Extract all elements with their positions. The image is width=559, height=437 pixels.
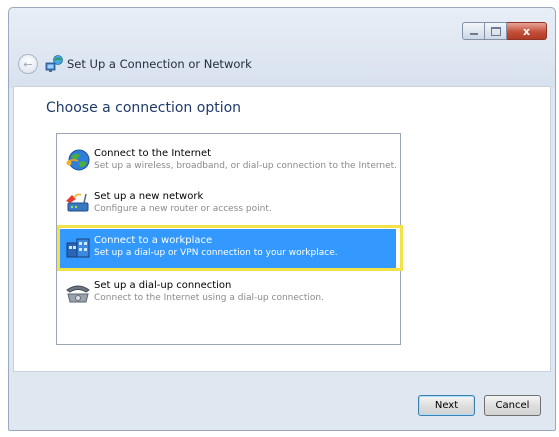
network-router-icon bbox=[66, 193, 89, 212]
workplace-icon bbox=[66, 238, 90, 258]
minimize-icon bbox=[469, 33, 478, 35]
option-description: Set up a wireless, broadband, or dial-up… bbox=[94, 161, 398, 171]
back-button[interactable]: ← bbox=[18, 54, 38, 74]
maximize-icon bbox=[490, 26, 501, 36]
network-wizard-icon bbox=[45, 55, 63, 72]
next-button[interactable]: Next bbox=[418, 395, 475, 416]
option-description: Configure a new router or access point. bbox=[94, 204, 272, 214]
button-bar: Next Cancel bbox=[9, 376, 555, 428]
option-connect-workplace[interactable]: Connect to a workplace Set up a dial-up … bbox=[57, 225, 403, 271]
content-panel: Choose a connection option Connect to th… bbox=[13, 86, 551, 372]
option-title: Connect to the Internet bbox=[94, 148, 212, 159]
dialog-window: x ← Set Up a Connection or Network Choos… bbox=[8, 7, 556, 431]
window-title: Set Up a Connection or Network bbox=[67, 57, 252, 71]
option-dialup[interactable]: Set up a dial-up connection Connect to t… bbox=[60, 274, 396, 314]
globe-icon bbox=[66, 149, 90, 171]
option-connect-internet[interactable]: Connect to the Internet Set up a wireles… bbox=[60, 142, 398, 182]
minimize-button[interactable] bbox=[462, 22, 485, 40]
page-heading: Choose a connection option bbox=[46, 100, 242, 116]
back-arrow-icon: ← bbox=[23, 57, 33, 71]
window-controls: x bbox=[462, 22, 547, 40]
connection-options-list: Connect to the Internet Set up a wireles… bbox=[56, 133, 403, 345]
option-description: Set up a dial-up or VPN connection to yo… bbox=[94, 248, 338, 258]
close-button[interactable]: x bbox=[507, 22, 547, 40]
close-icon: x bbox=[522, 24, 531, 38]
option-new-network[interactable]: Set up a new network Configure a new rou… bbox=[60, 185, 396, 225]
maximize-button[interactable] bbox=[485, 22, 507, 40]
option-title: Set up a new network bbox=[94, 191, 204, 202]
dialup-phone-icon bbox=[66, 285, 90, 303]
title-bar: x ← Set Up a Connection or Network bbox=[9, 8, 555, 88]
option-title: Set up a dial-up connection bbox=[94, 280, 232, 291]
option-title: Connect to a workplace bbox=[94, 235, 213, 246]
option-description: Connect to the Internet using a dial-up … bbox=[94, 293, 324, 303]
cancel-button[interactable]: Cancel bbox=[484, 395, 541, 416]
